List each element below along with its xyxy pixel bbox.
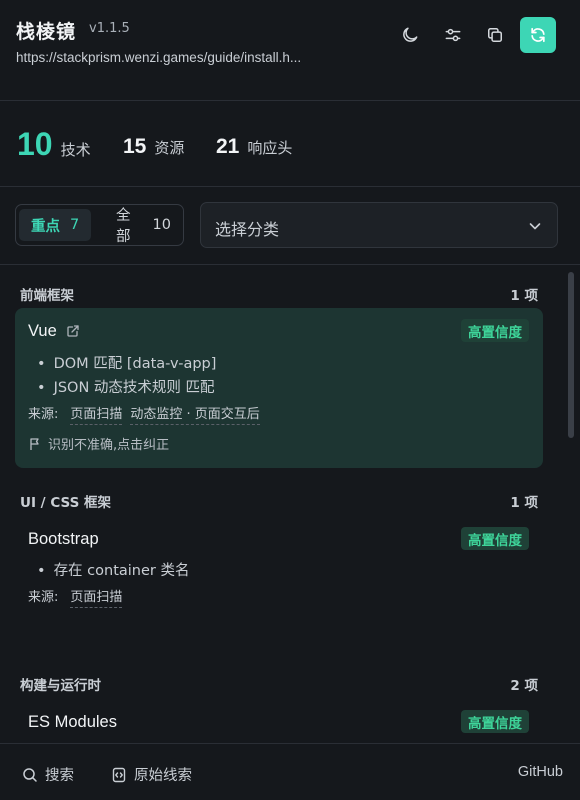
stat-label: 技术	[60, 141, 91, 159]
copy-button[interactable]	[477, 17, 513, 53]
page-url: https://stackprism.wenzi.games/guide/ins…	[16, 50, 302, 65]
raw-clues-button[interactable]: 原始线索	[111, 764, 192, 785]
stat-label: 资源	[154, 139, 185, 157]
confidence-badge: 高置信度	[461, 710, 529, 733]
section-count: 1 项	[510, 288, 538, 304]
source-row: 来源: 页面扫描	[28, 586, 130, 608]
search-icon	[23, 767, 37, 782]
evidence-item: DOM 匹配 [data-v-app]	[37, 352, 217, 373]
category-select-value: 选择分类	[215, 220, 280, 239]
raw-clues-label: 原始线索	[134, 768, 192, 784]
chevron-down-icon	[529, 223, 541, 230]
tech-list: 前端框架 1 项 Vue 高置信度 DOM 匹配 [data-v-app] JS…	[0, 266, 580, 743]
tech-name: Vue	[28, 322, 57, 340]
view-toggle: 重点 7 全部 10	[15, 204, 184, 246]
stat-headers: 21 响应头	[216, 135, 292, 159]
source-tag: 页面扫描	[70, 403, 123, 425]
section-count: 2 项	[510, 678, 538, 694]
section-title: UI / CSS 框架	[20, 495, 112, 511]
category-select[interactable]: 选择分类	[200, 202, 558, 248]
header: 栈棱镜 v1.1.5 https://stackprism.wenzi.game…	[0, 0, 580, 101]
tech-name: Bootstrap	[28, 530, 99, 548]
version-label: v1.1.5	[89, 21, 130, 36]
stats-bar: 10 技术 15 资源 21 响应头	[0, 102, 580, 187]
tab-all[interactable]: 全部 10	[104, 208, 183, 245]
tab-count: 7	[70, 217, 80, 233]
tab-count: 10	[152, 217, 171, 233]
tech-card-bootstrap[interactable]: Bootstrap 高置信度 存在 container 类名 来源: 页面扫描	[15, 516, 543, 616]
external-link-icon[interactable]	[66, 324, 80, 338]
section-header: 前端框架 1 项	[20, 284, 538, 304]
refresh-button[interactable]	[520, 17, 556, 53]
app-title: 栈棱镜	[16, 21, 77, 43]
scrollbar[interactable]	[568, 272, 574, 438]
correction-text: 识别不准确,点击纠正	[48, 438, 170, 453]
copy-icon	[488, 28, 502, 43]
stat-label: 响应头	[247, 139, 293, 157]
stat-value: 15	[123, 135, 147, 158]
tech-card-es-modules[interactable]: ES Modules 高置信度	[15, 699, 543, 743]
search-label: 搜索	[45, 768, 74, 784]
source-tag: 页面扫描	[70, 586, 123, 608]
section-count: 1 项	[510, 495, 538, 511]
footer: 搜索 原始线索 GitHub	[0, 743, 580, 800]
tab-label: 全部	[116, 208, 131, 245]
search-button[interactable]: 搜索	[22, 764, 74, 785]
evidence-item: 存在 container 类名	[37, 559, 190, 580]
github-link[interactable]: GitHub	[518, 764, 563, 780]
confidence-badge: 高置信度	[461, 319, 529, 342]
tab-label: 重点	[31, 218, 60, 235]
section-header: UI / CSS 框架 1 项	[20, 491, 538, 511]
sliders-icon	[445, 28, 461, 42]
source-label: 来源:	[28, 590, 59, 605]
source-tag: 动态监控 · 页面交互后	[130, 403, 260, 425]
tech-name: ES Modules	[28, 713, 117, 731]
filter-bar: 重点 7 全部 10 选择分类	[0, 188, 580, 265]
flag-icon	[30, 437, 39, 450]
section-title: 前端框架	[20, 288, 74, 304]
settings-button[interactable]	[435, 17, 471, 53]
confidence-badge: 高置信度	[461, 527, 529, 550]
correction-link[interactable]: 识别不准确,点击纠正	[28, 434, 169, 453]
stat-resources: 15 资源	[123, 135, 184, 159]
moon-icon	[403, 27, 418, 42]
stat-value: 21	[216, 135, 240, 158]
source-label: 来源:	[28, 407, 59, 422]
stat-technologies: 10 技术	[17, 126, 91, 163]
source-row: 来源: 页面扫描 动态监控 · 页面交互后	[28, 403, 268, 425]
refresh-icon	[531, 27, 545, 43]
section-title: 构建与运行时	[20, 678, 101, 694]
theme-toggle-button[interactable]	[392, 17, 428, 53]
tech-card-vue[interactable]: Vue 高置信度 DOM 匹配 [data-v-app] JSON 动态技术规则…	[15, 308, 543, 468]
code-file-icon	[112, 767, 126, 782]
stat-value: 10	[17, 126, 53, 162]
evidence-item: JSON 动态技术规则 匹配	[37, 376, 215, 397]
tab-key[interactable]: 重点 7	[19, 209, 92, 241]
section-header: 构建与运行时 2 项	[20, 674, 538, 694]
